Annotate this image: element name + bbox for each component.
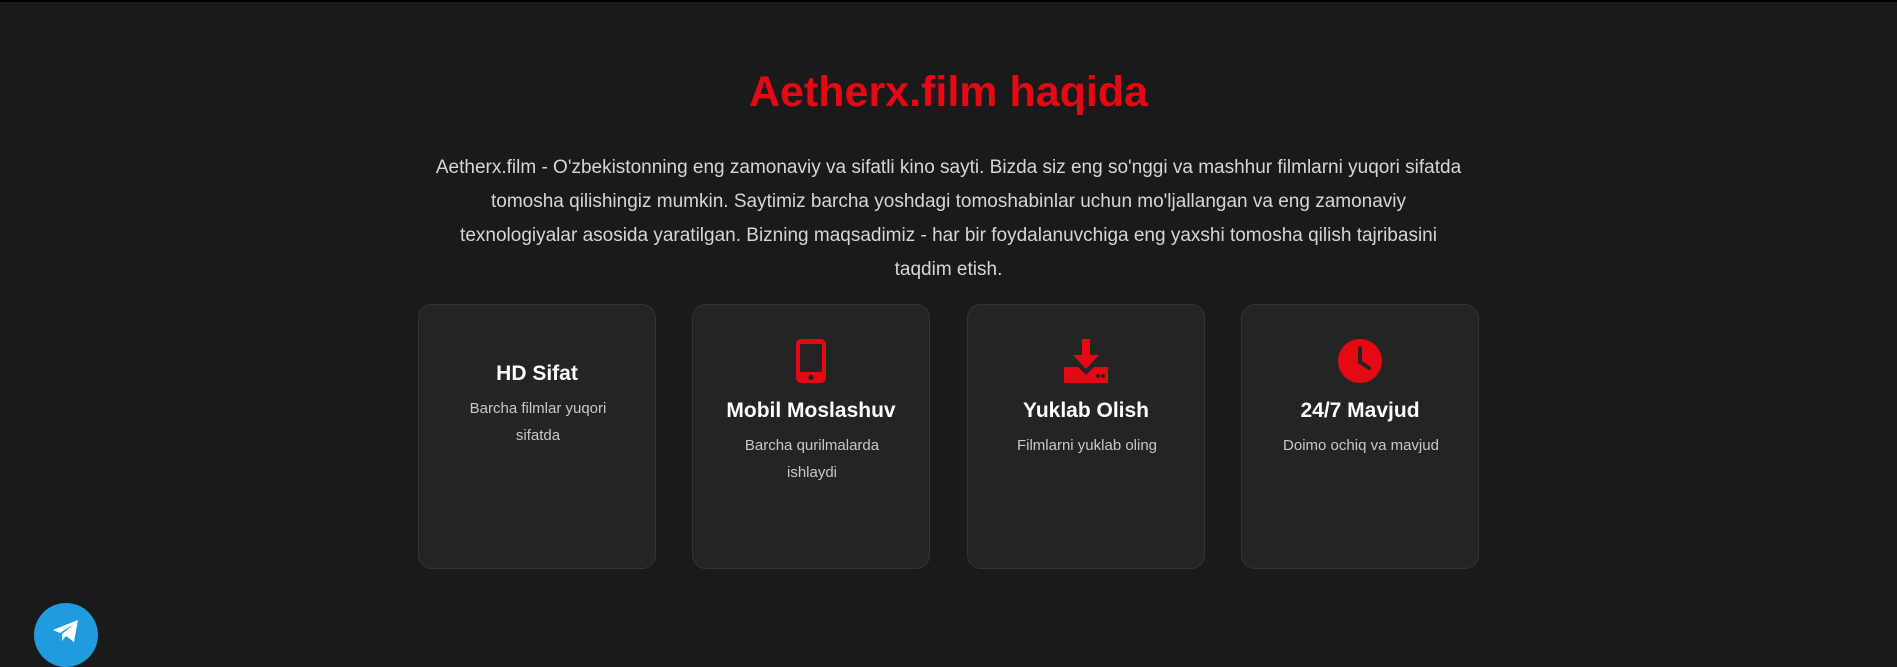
feature-card-mobile: Mobil Moslashuv Barcha qurilmalarda ishl… [692, 304, 930, 569]
clock-icon [1242, 339, 1478, 383]
about-description: Aetherx.film - O'zbekistonning eng zamon… [435, 157, 1462, 280]
feature-title: HD Sifat [496, 362, 578, 385]
download-icon [968, 339, 1204, 383]
feature-text: Filmlarni yuklab oling [1016, 437, 1158, 454]
feature-title: Mobil Moslashuv [726, 399, 896, 422]
about-title: Aetherx.film haqida [748, 68, 1149, 116]
telegram-button[interactable] [34, 603, 98, 667]
about-section: Aetherx.film haqida Aetherx.film - O'zbe… [0, 0, 1897, 640]
feature-text: Barcha filmlar yuqori sifatda [469, 400, 607, 444]
feature-title: Yuklab Olish [1022, 399, 1150, 422]
telegram-icon [52, 619, 80, 648]
mobile-phone-icon [693, 339, 929, 383]
feature-text: Barcha qurilmalarda ishlaydi [744, 437, 880, 481]
feature-card-availability: 24/7 Mavjud Doimo ochiq va mavjud [1241, 304, 1479, 569]
feature-text: Doimo ochiq va mavjud [1283, 437, 1439, 454]
feature-title: 24/7 Mavjud [1300, 399, 1420, 422]
feature-card-download: Yuklab Olish Filmlarni yuklab oling [967, 304, 1205, 569]
feature-card-hd-quality: HD Sifat Barcha filmlar yuqori sifatda [418, 304, 656, 569]
